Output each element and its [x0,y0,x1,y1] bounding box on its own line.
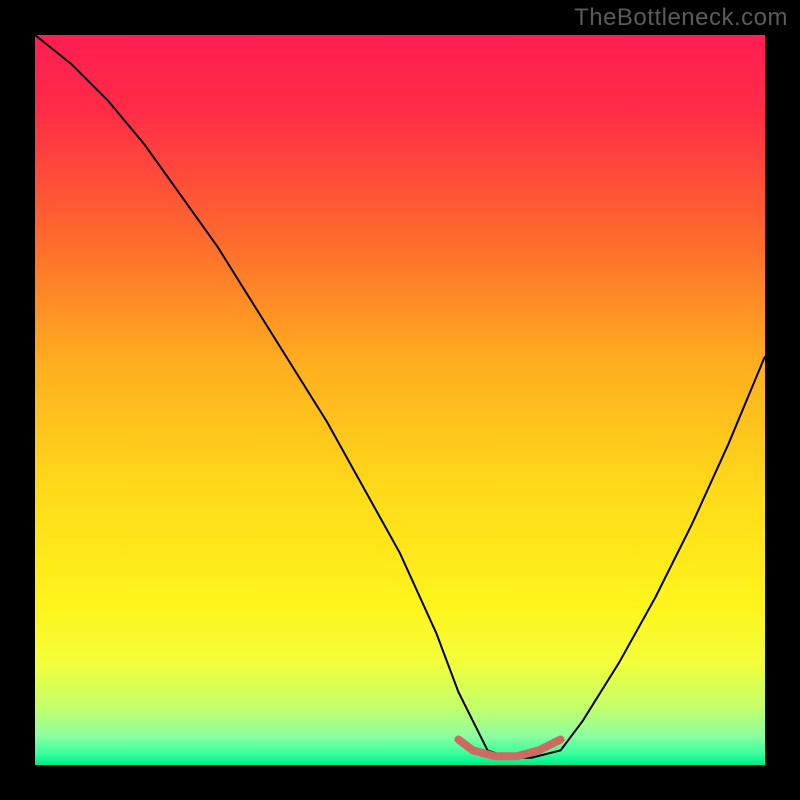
watermark-text: TheBottleneck.com [574,4,788,32]
plot-area [35,35,765,765]
curves-svg [35,35,765,765]
bottleneck-curve [35,35,765,758]
chart-container: TheBottleneck.com [0,0,800,800]
